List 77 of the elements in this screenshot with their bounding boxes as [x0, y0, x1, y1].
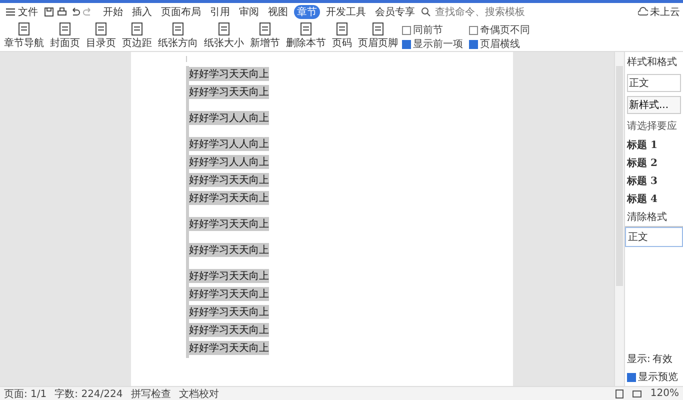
page-icon: [257, 22, 273, 36]
page-count: 页面: 1/1: [4, 388, 47, 400]
toolbar-button[interactable]: 封面页: [48, 21, 82, 51]
selected-text: 好好学习天天向上: [189, 173, 269, 187]
page-icon: [57, 22, 73, 36]
current-style-field[interactable]: 正文: [627, 74, 681, 92]
checkbox-option[interactable]: 同前节: [402, 23, 463, 37]
page-icon: [370, 22, 386, 36]
panel-title: 样式和格式: [626, 56, 678, 70]
menu-tab[interactable]: 视图: [265, 5, 291, 19]
spell-check-button[interactable]: 拼写检查: [130, 386, 171, 400]
page-icon: [129, 22, 145, 36]
page-view-icon: [614, 388, 624, 398]
selected-text: 好好学习人人向上: [189, 137, 269, 151]
preview-checkbox[interactable]: 显示预览: [625, 368, 683, 386]
undo-icon: [70, 7, 80, 17]
search-icon: [421, 7, 431, 17]
page-icon: [216, 22, 232, 36]
menu-tab[interactable]: 会员专享: [372, 5, 418, 19]
heading-style-item[interactable]: 标题 2: [625, 154, 683, 172]
heading-style-item[interactable]: 标题 1: [625, 136, 683, 154]
style-item[interactable]: 正文: [625, 227, 683, 247]
selected-text: 好好学习天天向上: [189, 269, 269, 283]
selected-text: 好好学习天天向上: [189, 323, 269, 337]
menu-tab[interactable]: 开发工具: [323, 5, 369, 19]
toolbar-button[interactable]: 章节导航: [2, 21, 46, 51]
word-count[interactable]: 字数: 224/224: [54, 386, 123, 400]
file-menu[interactable]: 文件: [2, 5, 41, 19]
menu-tab[interactable]: 审阅: [236, 5, 262, 19]
selected-text: 好好学习天天向上: [189, 85, 269, 99]
web-view-icon: [632, 388, 642, 398]
toolbar-button[interactable]: 新增节: [248, 21, 282, 51]
menu-tab[interactable]: 页面布局: [158, 5, 204, 19]
selected-text: 好好学习天天向上: [189, 341, 269, 355]
toolbar-button[interactable]: 页眉页脚: [356, 21, 400, 51]
cloud-status-button[interactable]: 未上云: [635, 5, 683, 19]
redo-icon: [83, 7, 93, 17]
menu-tab[interactable]: 开始: [100, 5, 126, 19]
heading-style-item[interactable]: 标题 4: [625, 190, 683, 208]
selected-text: 好好学习人人向上: [189, 155, 269, 169]
printer-icon: [57, 7, 67, 17]
toolbar-button[interactable]: 页码: [330, 21, 354, 51]
toolbar-button[interactable]: 目录页: [84, 21, 118, 51]
selected-text: 好好学习人人向上: [189, 111, 269, 125]
show-label: 显示:: [627, 353, 650, 366]
menu-tab[interactable]: 插入: [129, 5, 155, 19]
clear-format-item[interactable]: 清除格式: [625, 208, 683, 227]
menu-icon: [5, 7, 16, 17]
show-dropdown[interactable]: 有效: [652, 352, 672, 366]
selected-text: 好好学习天天向上: [189, 67, 269, 81]
proofread-button[interactable]: 文档校对: [178, 386, 219, 400]
toolbar-button[interactable]: 删除本节: [284, 21, 328, 51]
selected-text: 好好学习天天向上: [189, 305, 269, 319]
checkbox-option[interactable]: 页眉横线: [469, 37, 530, 51]
save-icon: [44, 7, 54, 17]
page-icon: [170, 22, 186, 36]
scrollbar[interactable]: [614, 52, 624, 386]
selected-text: 好好学习天天向上: [189, 243, 269, 257]
zoom-level[interactable]: 120%: [650, 388, 679, 399]
menu-tab[interactable]: 章节: [294, 5, 320, 19]
cloud-icon: [638, 7, 648, 17]
page-icon: [16, 22, 32, 36]
page-icon: [93, 22, 109, 36]
selected-text: 好好学习天天向上: [189, 217, 269, 231]
checkbox-option[interactable]: 奇偶页不同: [469, 23, 530, 37]
selected-text: 好好学习天天向上: [189, 191, 269, 205]
toolbar-button[interactable]: 纸张大小: [202, 21, 246, 51]
panel-hint: 请选择要应: [626, 120, 678, 134]
menu-tab[interactable]: 引用: [207, 5, 233, 19]
page-icon: [334, 22, 350, 36]
toolbar-button[interactable]: 页边距: [120, 21, 154, 51]
selected-text: 好好学习天天向上: [189, 287, 269, 301]
checkbox-option[interactable]: 显示前一项: [402, 37, 463, 51]
heading-style-item[interactable]: 标题 3: [625, 172, 683, 190]
new-style-button[interactable]: 新样式...: [627, 96, 681, 114]
toolbar-button[interactable]: 纸张方向: [156, 21, 200, 51]
page-icon: [298, 22, 314, 36]
